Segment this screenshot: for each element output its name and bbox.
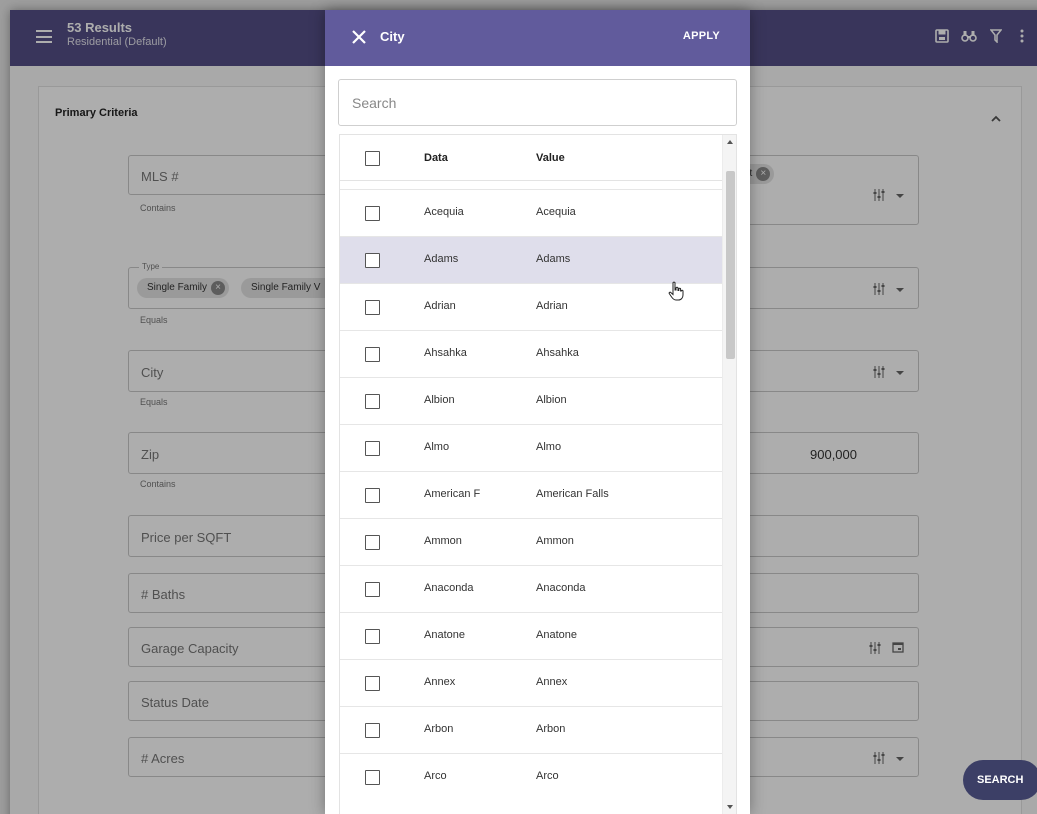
table-row[interactable]: Acequia Acequia bbox=[340, 189, 722, 236]
cell-value: Arbon bbox=[536, 723, 566, 735]
cell-data: Anatone bbox=[424, 629, 465, 641]
row-checkbox[interactable] bbox=[365, 347, 380, 362]
cell-value: Ammon bbox=[536, 535, 574, 547]
close-icon[interactable] bbox=[351, 29, 367, 45]
table-body: Acequia Acequia Adams Adams Adrian Adrian Ahsa… bbox=[340, 189, 722, 800]
table-row[interactable]: Annex Annex bbox=[340, 659, 722, 706]
cell-data: Almo bbox=[424, 441, 450, 453]
cell-data: Albion bbox=[424, 394, 455, 406]
cell-data: Annex bbox=[424, 676, 456, 688]
cell-value: Almo bbox=[536, 441, 562, 453]
cell-value: Albion bbox=[536, 394, 567, 406]
cell-value: Arco bbox=[536, 770, 559, 782]
table-row[interactable]: Ahsahka Ahsahka bbox=[340, 330, 722, 377]
dialog-title: City bbox=[380, 29, 405, 44]
table-row[interactable]: Arco Arco bbox=[340, 753, 722, 800]
table-row[interactable]: Almo Almo bbox=[340, 424, 722, 471]
table-row[interactable]: Anaconda Anaconda bbox=[340, 565, 722, 612]
table-row[interactable]: American F American Falls bbox=[340, 471, 722, 518]
cell-value: Adrian bbox=[536, 300, 568, 312]
cell-value: Ahsahka bbox=[536, 347, 579, 359]
cell-data: Ammon bbox=[424, 535, 462, 547]
table-row[interactable]: Ammon Ammon bbox=[340, 518, 722, 565]
table-scrollbar[interactable] bbox=[722, 135, 736, 814]
search-button[interactable]: SEARCH bbox=[963, 760, 1037, 800]
cell-value: Acequia bbox=[536, 206, 576, 218]
dialog-search-box[interactable] bbox=[338, 79, 737, 126]
table-row[interactable]: Arbon Arbon bbox=[340, 706, 722, 753]
city-table: Data Value Acequia Acequia Adams Adams Adria… bbox=[339, 134, 737, 814]
cell-data: Adrian bbox=[424, 300, 456, 312]
table-row[interactable]: Anatone Anatone bbox=[340, 612, 722, 659]
column-header-value[interactable]: Value bbox=[536, 152, 565, 164]
row-checkbox[interactable] bbox=[365, 488, 380, 503]
cell-data: Arbon bbox=[424, 723, 454, 735]
table-row[interactable]: Albion Albion bbox=[340, 377, 722, 424]
cell-data: American F bbox=[424, 488, 481, 500]
cell-value: Adams bbox=[536, 253, 571, 265]
scrollbar-thumb[interactable] bbox=[726, 171, 735, 359]
row-checkbox[interactable] bbox=[365, 300, 380, 315]
column-header-data[interactable]: Data bbox=[424, 152, 448, 164]
scroll-down-arrow-icon[interactable] bbox=[727, 805, 733, 809]
cell-value: Annex bbox=[536, 676, 568, 688]
row-checkbox[interactable] bbox=[365, 206, 380, 221]
cell-value: Anaconda bbox=[536, 582, 586, 594]
dialog-header: City APPLY bbox=[325, 10, 750, 66]
cell-data: Anaconda bbox=[424, 582, 474, 594]
table-row[interactable]: Adams Adams bbox=[340, 236, 722, 283]
cell-value: American Falls bbox=[536, 488, 609, 500]
row-checkbox[interactable] bbox=[365, 629, 380, 644]
scroll-up-arrow-icon[interactable] bbox=[727, 140, 733, 144]
row-checkbox[interactable] bbox=[365, 723, 380, 738]
row-checkbox[interactable] bbox=[365, 582, 380, 597]
dialog-search-input[interactable] bbox=[339, 80, 736, 125]
row-checkbox[interactable] bbox=[365, 676, 380, 691]
select-all-checkbox[interactable] bbox=[365, 151, 380, 166]
cell-data: Arco bbox=[424, 770, 447, 782]
cell-data: Ahsahka bbox=[424, 347, 467, 359]
apply-button[interactable]: APPLY bbox=[683, 30, 720, 42]
row-checkbox[interactable] bbox=[365, 441, 380, 456]
cell-value: Anatone bbox=[536, 629, 577, 641]
row-checkbox[interactable] bbox=[365, 394, 380, 409]
row-checkbox[interactable] bbox=[365, 535, 380, 550]
cell-data: Adams bbox=[424, 253, 459, 265]
table-row[interactable]: Adrian Adrian bbox=[340, 283, 722, 330]
row-checkbox[interactable] bbox=[365, 770, 380, 785]
hand-cursor-icon bbox=[668, 281, 684, 301]
table-header: Data Value bbox=[340, 135, 722, 181]
cell-data: Acequia bbox=[424, 206, 464, 218]
row-checkbox[interactable] bbox=[365, 253, 380, 268]
city-dialog: City APPLY Data Value Acequia Acequia Adam… bbox=[325, 10, 750, 814]
